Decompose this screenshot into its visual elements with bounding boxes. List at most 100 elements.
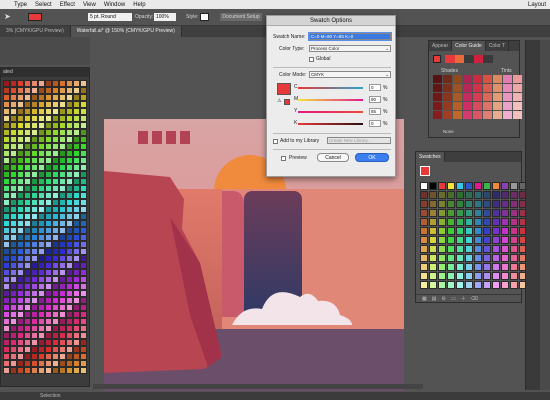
library-swatch[interactable] (80, 318, 87, 325)
shade-swatch[interactable] (483, 75, 492, 83)
library-swatch[interactable] (10, 115, 17, 122)
swatch[interactable] (447, 263, 455, 271)
options-icon[interactable]: ⚙ (441, 296, 450, 302)
swatch[interactable] (456, 245, 464, 253)
swatch[interactable] (465, 281, 473, 289)
library-swatch[interactable] (17, 87, 24, 94)
library-swatch[interactable] (45, 248, 52, 255)
library-swatch[interactable] (73, 227, 80, 234)
library-swatch[interactable] (17, 213, 24, 220)
swatch[interactable] (447, 200, 455, 208)
library-swatch[interactable] (3, 262, 10, 269)
tab-waterfall[interactable]: Waterfall.ai* @ 150% (CMYK/GPU Preview) (70, 26, 182, 37)
library-swatch[interactable] (38, 94, 45, 101)
library-swatch[interactable] (24, 129, 31, 136)
library-swatch[interactable] (66, 129, 73, 136)
library-swatch[interactable] (45, 164, 52, 171)
library-swatch[interactable] (45, 136, 52, 143)
library-swatch[interactable] (73, 325, 80, 332)
library-select[interactable]: Create New Library... (327, 137, 391, 144)
swatch[interactable] (420, 200, 428, 208)
swatch[interactable] (456, 218, 464, 226)
library-swatch[interactable] (38, 304, 45, 311)
swatch[interactable] (465, 263, 473, 271)
library-swatch[interactable] (10, 129, 17, 136)
library-swatch[interactable] (66, 241, 73, 248)
library-swatch[interactable] (66, 227, 73, 234)
library-swatch[interactable] (59, 269, 66, 276)
library-swatch[interactable] (10, 164, 17, 171)
library-swatch[interactable] (45, 178, 52, 185)
shade-swatch[interactable] (463, 84, 472, 92)
library-swatch[interactable] (24, 150, 31, 157)
library-swatch[interactable] (80, 367, 87, 374)
swatch[interactable] (420, 272, 428, 280)
library-swatch[interactable] (10, 304, 17, 311)
library-swatch[interactable] (10, 80, 17, 87)
library-swatch[interactable] (52, 157, 59, 164)
library-swatch[interactable] (59, 136, 66, 143)
library-swatch[interactable] (59, 164, 66, 171)
library-swatch[interactable] (24, 276, 31, 283)
library-swatch[interactable] (24, 255, 31, 262)
shade-swatch[interactable] (453, 93, 462, 101)
library-swatch[interactable] (10, 178, 17, 185)
swatch[interactable] (447, 254, 455, 262)
library-swatch[interactable] (80, 227, 87, 234)
library-swatch[interactable] (59, 276, 66, 283)
shade-swatch[interactable] (503, 102, 512, 110)
swatch[interactable] (447, 236, 455, 244)
library-swatch[interactable] (38, 276, 45, 283)
swatch[interactable] (465, 209, 473, 217)
library-swatch[interactable] (24, 339, 31, 346)
swatch[interactable] (420, 281, 428, 289)
swatch[interactable] (456, 263, 464, 271)
library-swatch[interactable] (52, 171, 59, 178)
swatch[interactable] (510, 191, 518, 199)
swatch[interactable] (483, 245, 491, 253)
swatch[interactable] (438, 272, 446, 280)
swatch[interactable] (474, 218, 482, 226)
swatch[interactable] (510, 281, 518, 289)
swatch[interactable] (501, 191, 509, 199)
library-swatch[interactable] (3, 122, 10, 129)
library-swatch[interactable] (73, 94, 80, 101)
swatch[interactable] (510, 236, 518, 244)
shade-swatch[interactable] (513, 93, 522, 101)
swatch[interactable] (456, 200, 464, 208)
swatch[interactable] (420, 191, 428, 199)
library-swatch[interactable] (38, 318, 45, 325)
library-swatch[interactable] (24, 248, 31, 255)
library-swatch[interactable] (31, 220, 38, 227)
library-swatch[interactable] (10, 325, 17, 332)
library-swatch[interactable] (45, 241, 52, 248)
library-swatch[interactable] (73, 311, 80, 318)
library-swatch[interactable] (3, 248, 10, 255)
library-swatch[interactable] (59, 178, 66, 185)
library-swatch[interactable] (10, 213, 17, 220)
swatch[interactable] (429, 200, 437, 208)
library-swatch[interactable] (73, 234, 80, 241)
library-swatch[interactable] (73, 213, 80, 220)
library-swatch[interactable] (73, 136, 80, 143)
swatch[interactable] (474, 281, 482, 289)
library-swatch[interactable] (10, 332, 17, 339)
swatch[interactable] (474, 254, 482, 262)
stroke-dropdown[interactable]: 5 pt. Round (88, 13, 132, 21)
library-swatch[interactable] (52, 227, 59, 234)
swatch[interactable] (429, 263, 437, 271)
swatch[interactable] (456, 281, 464, 289)
library-swatch[interactable] (17, 227, 24, 234)
library-swatch[interactable] (59, 199, 66, 206)
show-kinds-icon[interactable]: ▤ (432, 296, 442, 302)
library-swatch[interactable] (80, 325, 87, 332)
library-swatch[interactable] (24, 122, 31, 129)
library-swatch[interactable] (80, 185, 87, 192)
library-swatch[interactable] (59, 367, 66, 374)
shade-swatch[interactable] (493, 102, 502, 110)
library-swatch[interactable] (24, 206, 31, 213)
library-swatch[interactable] (17, 206, 24, 213)
library-swatch[interactable] (73, 297, 80, 304)
library-swatch[interactable] (66, 276, 73, 283)
library-swatch[interactable] (10, 367, 17, 374)
